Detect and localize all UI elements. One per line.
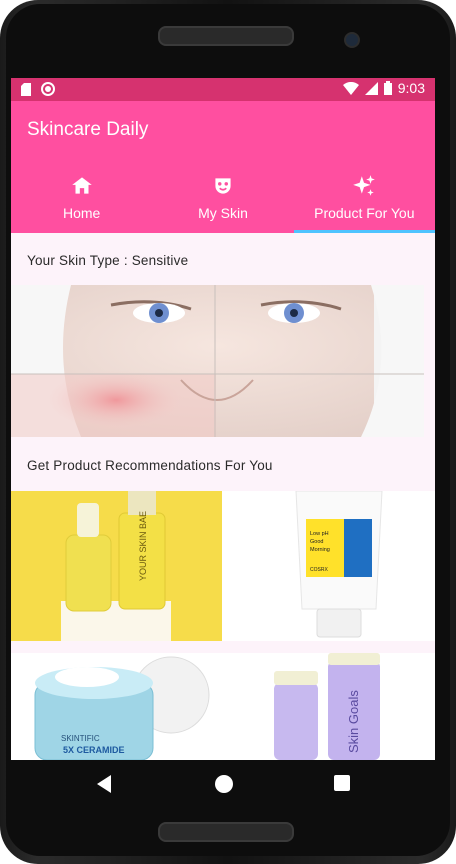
- product-card-serums[interactable]: YOUR SKIN BAE: [11, 491, 222, 641]
- back-icon[interactable]: [95, 774, 113, 794]
- wifi-icon: [342, 81, 359, 95]
- skin-face-image: [11, 285, 424, 437]
- home-icon: [71, 177, 92, 194]
- sd-card-icon: [21, 82, 31, 96]
- svg-text:Good: Good: [310, 539, 323, 545]
- status-time: 9:03: [397, 80, 425, 96]
- app-screen: 9:03 Skincare Daily Home My Skin Product…: [11, 78, 435, 760]
- ceramide-brand-text: SKINTIFIC: [61, 734, 100, 743]
- status-bar: 9:03: [11, 78, 435, 101]
- earpiece-speaker: [158, 26, 294, 46]
- tab-bar: Home My Skin Product For You: [11, 167, 435, 233]
- serum-brand-text: YOUR SKIN BAE: [138, 511, 148, 581]
- recents-icon[interactable]: [333, 774, 351, 792]
- bottom-speaker: [158, 822, 294, 842]
- product-content[interactable]: Your Skin Type : Sensitive Get Product R…: [11, 233, 435, 760]
- battery-icon: [383, 81, 392, 95]
- app-title: Skincare Daily: [27, 119, 149, 140]
- face-mask-icon: [215, 178, 231, 194]
- android-nav-bar: [11, 760, 435, 808]
- home-circle-icon[interactable]: [214, 774, 234, 794]
- tab-product-for-you[interactable]: Product For You: [294, 167, 435, 233]
- signal-icon: [364, 81, 378, 95]
- svg-text:Low pH: Low pH: [310, 531, 329, 537]
- app-bar: Skincare Daily Home My Skin Product For …: [11, 101, 435, 233]
- cleanser-brand-text: COSRX: [310, 567, 328, 573]
- tab-home-label: Home: [62, 205, 101, 221]
- sparkles-icon: [353, 175, 376, 196]
- recommendations-title: Get Product Recommendations For You: [27, 458, 273, 473]
- tab-home[interactable]: Home: [11, 167, 152, 233]
- front-camera: [344, 32, 360, 48]
- ceramide-label-text: 5X CERAMIDE: [63, 745, 125, 755]
- skin-goals-brand-text: Skin Goals: [346, 690, 361, 753]
- tab-my-skin[interactable]: My Skin: [152, 167, 293, 233]
- product-card-ceramide[interactable]: SKINTIFIC 5X CERAMIDE: [11, 653, 222, 760]
- product-card-skin-goals[interactable]: Skin Goals: [222, 653, 435, 760]
- skin-type-label: Your Skin Type : Sensitive: [27, 253, 189, 268]
- product-card-cleanser[interactable]: Low pH Good Morning COSRX: [222, 491, 435, 641]
- svg-text:Morning: Morning: [310, 547, 330, 553]
- tab-my-skin-label: My Skin: [198, 205, 248, 221]
- tab-product-for-you-label: Product For You: [314, 205, 415, 221]
- record-icon: [41, 82, 55, 96]
